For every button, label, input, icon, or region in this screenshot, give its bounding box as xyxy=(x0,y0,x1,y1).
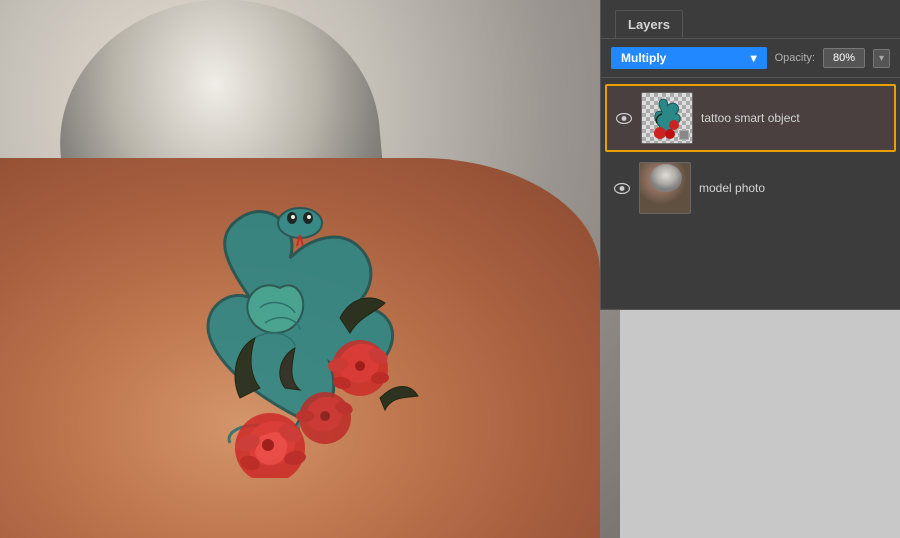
blend-mode-row: Multiply ▾ Opacity: ▾ xyxy=(601,39,900,78)
layer-name-model: model photo xyxy=(699,181,888,195)
opacity-label: Opacity: xyxy=(775,52,815,64)
visibility-icon-tattoo[interactable] xyxy=(615,111,633,125)
layers-list: tattoo smart object xyxy=(601,78,900,228)
layer-thumbnail-tattoo xyxy=(641,92,693,144)
opacity-chevron[interactable]: ▾ xyxy=(873,49,890,68)
blend-mode-chevron: ▾ xyxy=(751,51,757,65)
layers-panel: Layers Multiply ▾ Opacity: ▾ xyxy=(600,0,900,310)
layer-thumbnail-model xyxy=(639,162,691,214)
panel-header: Layers xyxy=(601,0,900,39)
opacity-input[interactable] xyxy=(823,48,865,68)
tattoo-overlay xyxy=(140,138,460,478)
blend-mode-label: Multiply xyxy=(621,51,666,65)
visibility-icon-model[interactable] xyxy=(613,181,631,195)
blend-mode-dropdown[interactable]: Multiply ▾ xyxy=(611,47,767,69)
layer-item-tattoo[interactable]: tattoo smart object xyxy=(605,84,896,152)
layer-name-tattoo: tattoo smart object xyxy=(701,111,886,125)
smart-object-icon xyxy=(679,130,689,140)
layers-tab[interactable]: Layers xyxy=(615,10,683,38)
layer-item-model[interactable]: model photo xyxy=(605,154,896,222)
